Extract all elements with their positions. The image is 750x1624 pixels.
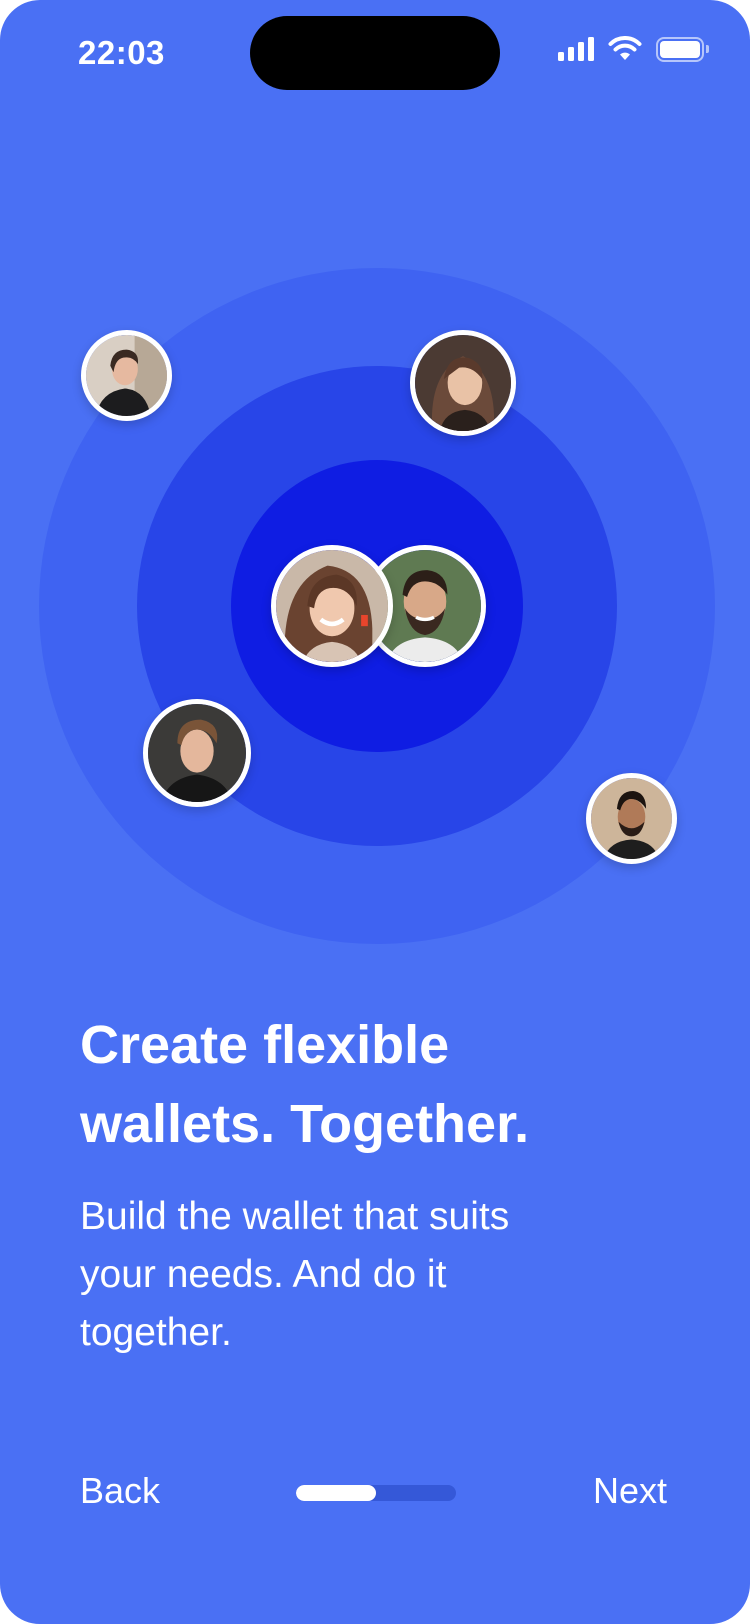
avatar-woman-dark-hair-left (81, 330, 172, 421)
back-button[interactable]: Back (80, 1470, 160, 1512)
page-title-line-2: wallets. Together. (80, 1094, 530, 1154)
onboarding-screen: 22:03 Create flexible wallets. Together.… (0, 0, 750, 1624)
onboarding-progress-bar (296, 1485, 456, 1501)
subtitle-line-1: Build the wallet that suits (80, 1195, 510, 1238)
cellular-signal-icon (558, 37, 594, 61)
dynamic-island (250, 16, 500, 90)
subtitle-line-2: your needs. And do it (80, 1253, 447, 1296)
status-time: 22:03 (78, 34, 165, 71)
next-button[interactable]: Next (593, 1470, 667, 1512)
avatar-woman-top-right (410, 330, 516, 436)
wifi-icon (608, 36, 642, 60)
avatar-woman-smiling-center (271, 545, 393, 667)
page-title: Create flexible wallets. Together. (80, 1006, 700, 1164)
onboarding-progress-fill (296, 1485, 376, 1501)
subtitle-line-3: together. (80, 1311, 232, 1354)
status-icons (558, 36, 709, 62)
page-subtitle: Build the wallet that suits your needs. … (80, 1188, 640, 1362)
page-title-line-1: Create flexible (80, 1015, 450, 1075)
avatar-man-right (586, 773, 677, 864)
avatar-young-man-left (143, 699, 251, 807)
battery-icon (656, 36, 709, 62)
